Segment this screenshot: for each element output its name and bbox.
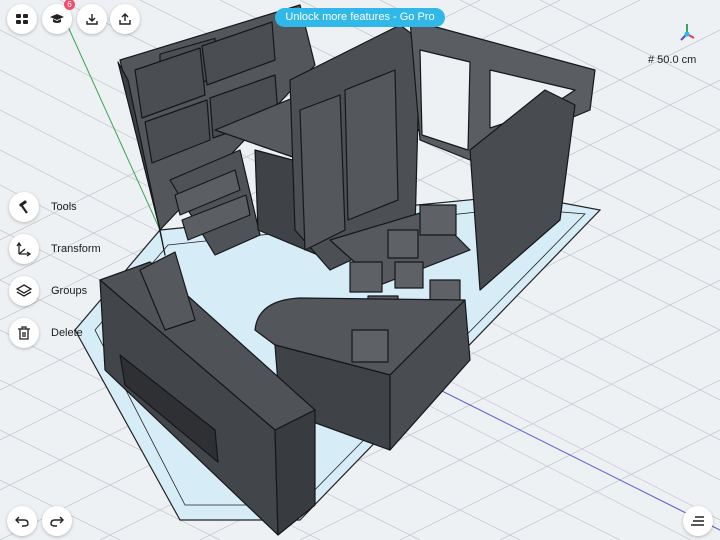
- tools-button[interactable]: [9, 192, 39, 222]
- 3d-viewport[interactable]: [0, 0, 720, 540]
- groups-label: Groups: [51, 285, 88, 297]
- axis-gizmo-icon[interactable]: [678, 20, 698, 44]
- grid-menu-button[interactable]: [7, 4, 37, 34]
- delete-item[interactable]: Delete: [9, 318, 83, 348]
- hammer-icon: [19, 200, 28, 214]
- transform-button[interactable]: [9, 234, 39, 264]
- groups-item[interactable]: Groups: [9, 276, 87, 306]
- trash-icon: [18, 326, 30, 340]
- grid-size-label: # 50.0 cm: [648, 54, 697, 66]
- grid-icon: [16, 14, 28, 24]
- transform-label: Transform: [51, 243, 101, 255]
- tools-label: Tools: [51, 201, 77, 213]
- transform-item[interactable]: Transform: [9, 234, 101, 264]
- delete-label: Delete: [51, 327, 83, 339]
- download-icon: [86, 14, 98, 25]
- groups-button[interactable]: [9, 276, 39, 306]
- export-button[interactable]: [110, 4, 140, 34]
- share-icon: [119, 13, 131, 25]
- undo-icon: [15, 516, 29, 527]
- delete-button[interactable]: [9, 318, 39, 348]
- learn-button[interactable]: 6: [42, 0, 75, 34]
- go-pro-banner[interactable]: Unlock more features - Go Pro: [275, 8, 445, 27]
- redo-icon: [50, 516, 64, 527]
- menu-icon: [691, 516, 704, 526]
- layers-icon: [16, 284, 32, 297]
- undo-button[interactable]: [7, 506, 37, 536]
- redo-button[interactable]: [42, 506, 72, 536]
- transform-icon: [16, 241, 32, 257]
- menu-button[interactable]: [683, 506, 713, 536]
- graduation-cap-icon: [50, 14, 64, 23]
- tools-item[interactable]: Tools: [9, 192, 77, 222]
- import-button[interactable]: [77, 4, 107, 34]
